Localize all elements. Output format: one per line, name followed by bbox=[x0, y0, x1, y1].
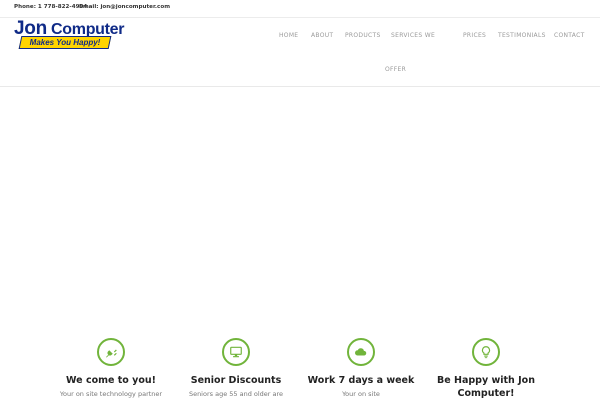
lightbulb-icon bbox=[472, 338, 500, 366]
feature-title: Be Happy with Jon Computer! bbox=[437, 375, 535, 399]
nav-testimonials[interactable]: TESTIMONIALS bbox=[498, 32, 546, 39]
site-logo[interactable]: Jon Computer Makes You Happy! bbox=[14, 19, 125, 50]
nav-products[interactable]: PRODUCTS bbox=[345, 32, 381, 39]
nav-home[interactable]: HOME bbox=[279, 32, 298, 39]
header-divider bbox=[0, 86, 600, 87]
nav-prices[interactable]: PRICES bbox=[463, 32, 486, 39]
email-address[interactable]: Email: jon@joncomputer.com bbox=[79, 4, 170, 10]
phone-number[interactable]: Phone: 1 778-822-4994 bbox=[14, 4, 87, 10]
feature-be-happy: Be Happy with Jon Computer! bbox=[411, 338, 561, 403]
nav-services-offer[interactable]: OFFER bbox=[385, 66, 406, 73]
nav-about[interactable]: ABOUT bbox=[311, 32, 333, 39]
nav-services[interactable]: SERVICES WE bbox=[391, 32, 435, 39]
logo-tagline-banner: Makes You Happy! bbox=[18, 36, 112, 49]
monitor-icon bbox=[222, 338, 250, 366]
plug-icon bbox=[97, 338, 125, 366]
cloud-icon bbox=[347, 338, 375, 366]
logo-tagline: Makes You Happy! bbox=[29, 38, 101, 47]
top-contact-bar: Phone: 1 778-822-4994 Email: jon@joncomp… bbox=[0, 0, 600, 18]
nav-contact[interactable]: CONTACT bbox=[554, 32, 585, 39]
